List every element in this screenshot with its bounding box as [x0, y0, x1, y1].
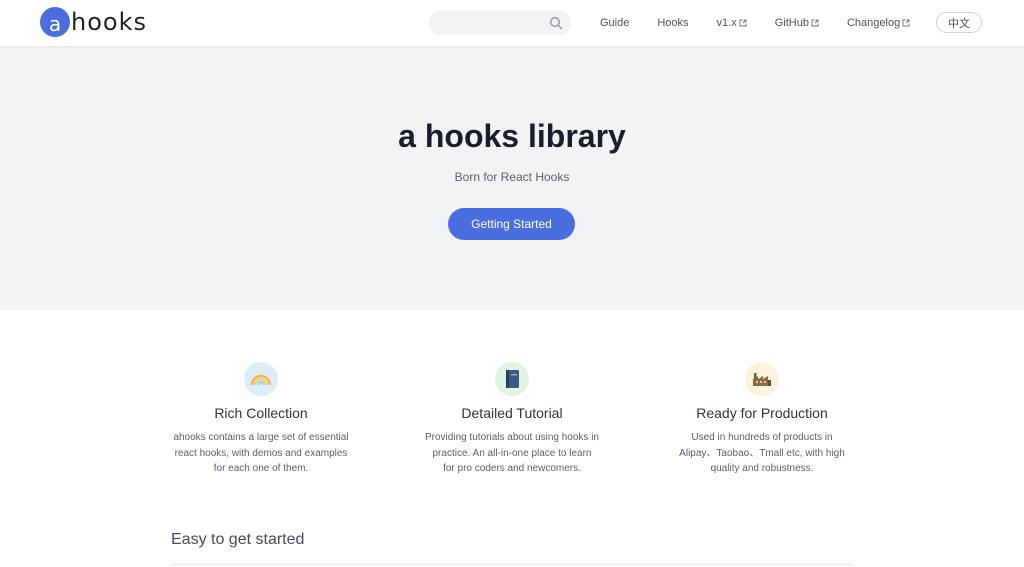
external-link-icon	[902, 19, 910, 27]
hero-subtitle: Born for React Hooks	[454, 170, 570, 184]
logo-circle-icon: a	[40, 7, 70, 37]
feature-desc-line: Providing tutorials about using hooks in	[425, 432, 599, 443]
top-navbar: a hooks Guide Hooks v1.x GitHub Changelo…	[0, 0, 1024, 46]
nav-item-label: Hooks	[657, 17, 689, 29]
search-icon	[550, 17, 563, 30]
feature-desc-line: Used in hundreds of products in	[691, 432, 833, 443]
feature-desc-line: quality and robustness.	[710, 463, 814, 474]
hero-banner: a hooks library Born for React Hooks Get…	[0, 46, 1024, 310]
feature-desc-line: for pro coders and newcomers.	[443, 463, 581, 474]
logo[interactable]: a hooks	[40, 7, 147, 37]
external-link-icon	[739, 19, 747, 27]
logo-text: hooks	[71, 8, 147, 36]
feature-card-detailed-tutorial: Detailed Tutorial Providing tutorials ab…	[412, 362, 612, 477]
getting-started-button[interactable]: Getting Started	[448, 208, 575, 240]
section-divider	[171, 564, 853, 565]
language-switch-button[interactable]: 中文	[936, 12, 982, 33]
feature-card-ready-for-production: Ready for Production Used in hundreds of…	[662, 362, 862, 477]
feature-description: Providing tutorials about using hooks in…	[412, 430, 612, 477]
feature-desc-line: practice. An all-in-one place to learn	[432, 447, 592, 459]
feature-desc-line: ahooks contains a large set of essential	[173, 432, 349, 443]
section-title-easy-to-get-started: Easy to get started	[171, 531, 305, 548]
feature-desc-line: react hooks, with demos and examples	[174, 447, 348, 459]
nav-menu: Guide Hooks v1.x GitHub Changelog	[600, 0, 938, 46]
feature-title: Detailed Tutorial	[461, 405, 563, 421]
feature-description: Used in hundreds of products in Alipay、T…	[662, 430, 862, 477]
external-link-icon	[811, 19, 819, 27]
feature-title: Ready for Production	[696, 405, 828, 421]
nav-item-label: GitHub	[774, 17, 809, 29]
nav-item-changelog[interactable]: Changelog	[847, 17, 910, 29]
rainbow-icon	[244, 362, 278, 396]
logo-letter: a	[48, 11, 62, 36]
feature-card-rich-collection: Rich Collection ahooks contains a large …	[161, 362, 361, 477]
hero-title: a hooks library	[398, 118, 626, 154]
nav-item-github[interactable]: GitHub	[775, 17, 819, 29]
notebook-icon	[495, 362, 529, 396]
nav-item-label: Changelog	[846, 17, 901, 29]
search-input[interactable]	[429, 11, 571, 35]
nav-item-hooks[interactable]: Hooks	[657, 17, 688, 29]
feature-desc-line: Alipay、Taobao、Tmall etc, with high	[679, 447, 845, 459]
factory-icon	[745, 362, 779, 396]
nav-item-label: Guide	[600, 17, 630, 29]
nav-item-v1x[interactable]: v1.x	[717, 17, 747, 29]
nav-item-guide[interactable]: Guide	[600, 17, 629, 29]
feature-desc-line: for each one of them.	[213, 463, 309, 474]
feature-title: Rich Collection	[214, 405, 308, 421]
nav-item-label: v1.x	[716, 17, 737, 29]
feature-description: ahooks contains a large set of essential…	[161, 430, 361, 477]
